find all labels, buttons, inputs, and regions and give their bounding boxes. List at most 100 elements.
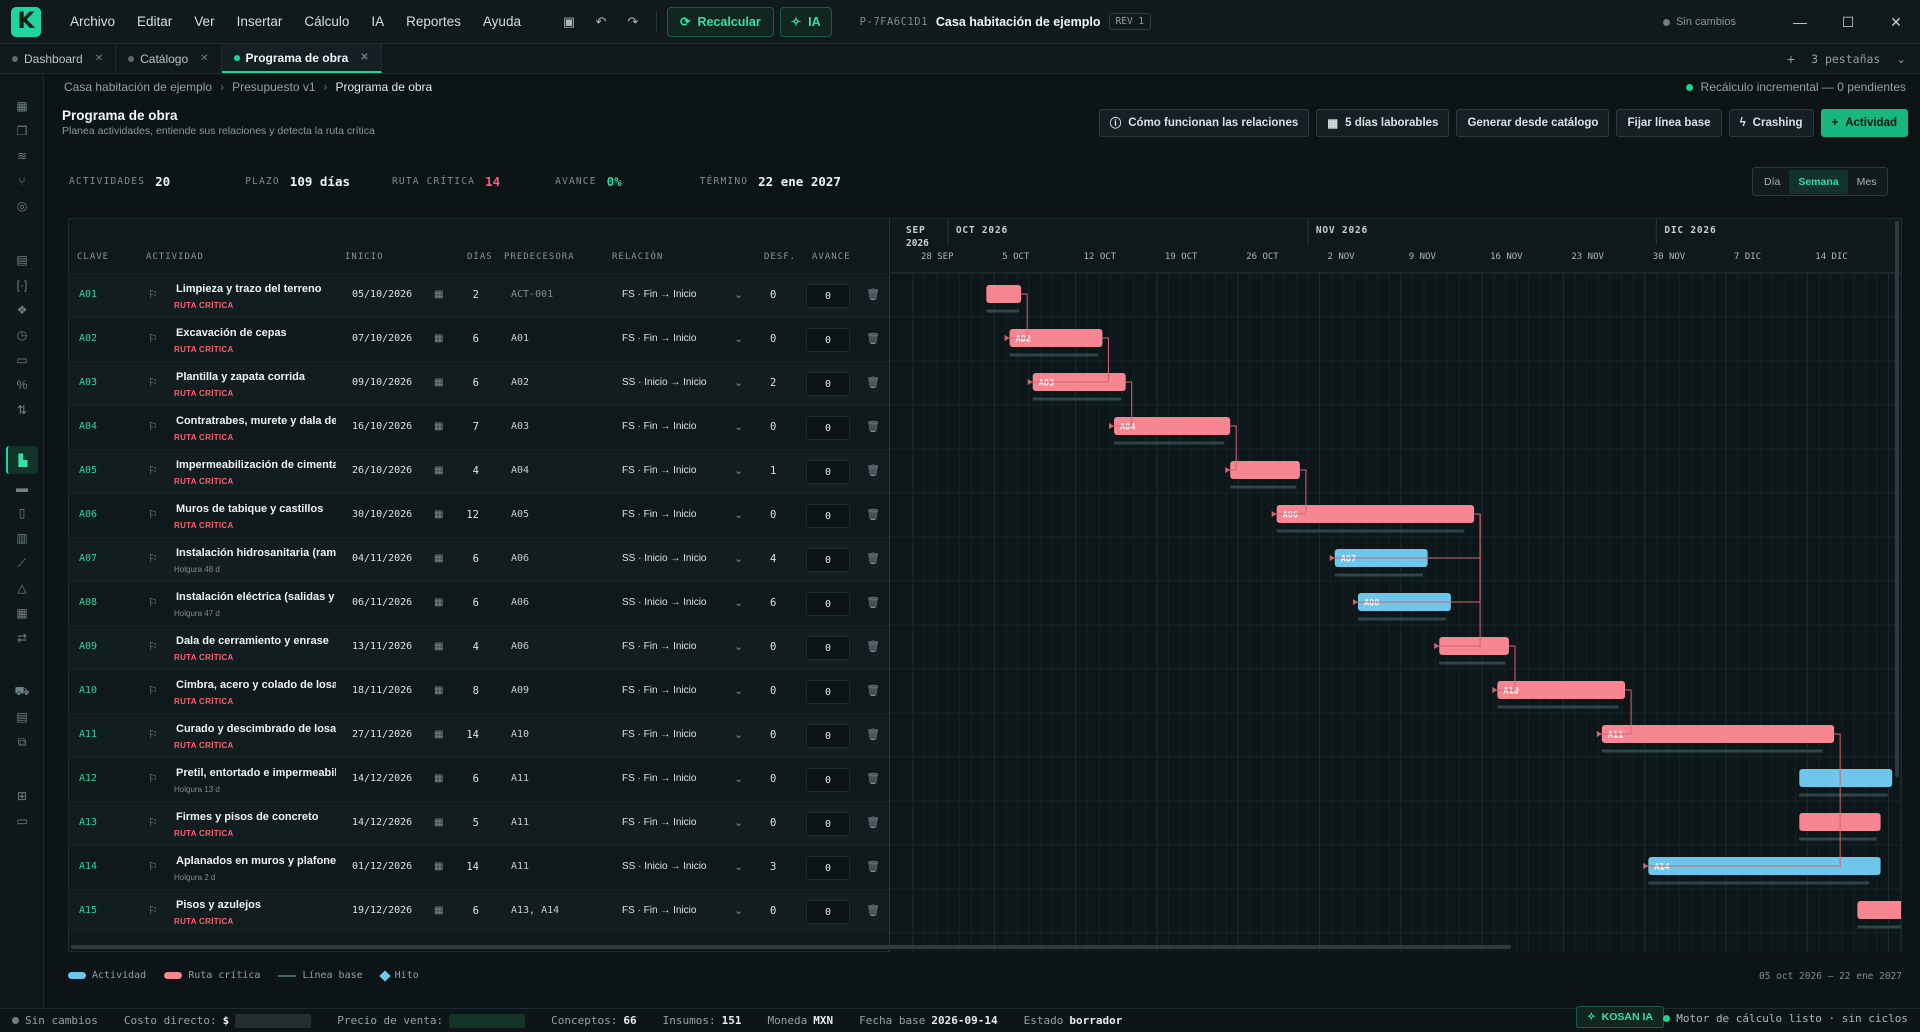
chevron-down-icon[interactable]: ⌄ [734,420,743,433]
flag-icon[interactable]: ⚐ [148,640,158,653]
menu-editar[interactable]: Editar [126,14,183,29]
chevron-down-icon[interactable]: ⌄ [734,508,743,521]
relation-select[interactable]: FS · Fin → Inicio [622,289,696,300]
trash-icon[interactable]: 🗑 [866,508,880,521]
activity-name[interactable]: Plantilla y zapata corrida [176,371,336,383]
start-date[interactable]: 27/11/2026 [352,729,412,740]
lag-value[interactable]: 0 [770,729,776,741]
view-2-button[interactable]: Mes [1848,170,1886,194]
relation-select[interactable]: FS · Fin → Inicio [622,773,696,784]
progress-input[interactable]: 0 [806,856,850,880]
trash-icon[interactable]: 🗑 [866,860,880,873]
start-date[interactable]: 14/12/2026 [352,773,412,784]
duration-days[interactable]: 6 [457,773,479,785]
trash-icon[interactable]: 🗑 [866,288,880,301]
calendar-icon[interactable]: ▦ [434,861,443,872]
chevron-down-icon[interactable]: ⌄ [734,904,743,917]
recalculate-button[interactable]: ⟳ Recalcular [666,6,774,37]
lag-value[interactable]: 0 [770,905,776,917]
relation-select[interactable]: FS · Fin → Inicio [622,641,696,652]
progress-input[interactable]: 0 [806,548,850,572]
table-row[interactable]: A13 ⚐ Firmes y pisos de concreto RUTA CRÍTI… [69,801,889,845]
tab-dashboard[interactable]: Dashboard ✕ [0,44,117,73]
relation-select[interactable]: SS · Inicio → Inicio [622,597,706,608]
predecessor[interactable]: A11 [511,817,529,828]
activity-name[interactable]: Instalación hidrosanitaria (ramal [176,547,336,559]
lag-value[interactable]: 0 [770,333,776,345]
workdays-button[interactable]: ▦ 5 días laborables [1316,109,1450,137]
calendar-icon[interactable]: ▦ [434,817,443,828]
chevron-down-icon[interactable]: ⌄ [734,860,743,873]
relation-select[interactable]: FS · Fin → Inicio [622,685,696,696]
chevron-down-icon[interactable]: ⌄ [734,728,743,741]
table-row[interactable]: A07 ⚐ Instalación hidrosanitaria (ramal Hol… [69,537,889,581]
report-icon[interactable]: ▤ [12,707,32,727]
calendar-icon[interactable]: ▦ [434,333,443,344]
activity-name[interactable]: Contratrabes, murete y dala de d [176,415,336,427]
flag-icon[interactable]: ⚐ [148,684,158,697]
trash-icon[interactable]: 🗑 [866,684,880,697]
generate-from-catalog-button[interactable]: Generar desde catálogo [1456,109,1610,137]
flag-icon[interactable]: ⚐ [148,376,158,389]
tab-menu-chevron-icon[interactable]: ⌄ [1896,52,1906,66]
table-row[interactable]: A12 ⚐ Pretil, entortado e impermeabiliz Hol… [69,757,889,801]
start-date[interactable]: 13/11/2026 [352,641,412,652]
network-icon[interactable]: ⧉ [12,732,32,752]
sort-icon[interactable]: ⇅ [12,400,32,420]
relations-help-button[interactable]: ⓘ Cómo funcionan las relaciones [1098,109,1310,137]
flag-icon[interactable]: ⚐ [148,596,158,609]
lag-value[interactable]: 0 [770,509,776,521]
chevron-down-icon[interactable]: ⌄ [734,464,743,477]
trash-icon[interactable]: 🗑 [866,640,880,653]
lag-value[interactable]: 0 [770,773,776,785]
duration-days[interactable]: 7 [457,421,479,433]
trash-icon[interactable]: 🗑 [866,816,880,829]
flag-icon[interactable]: ⚐ [148,464,158,477]
calendar-icon[interactable]: ▦ [434,729,443,740]
percent-icon[interactable]: % [12,375,32,395]
chevron-down-icon[interactable]: ⌄ [734,376,743,389]
close-tab-icon[interactable]: ✕ [360,52,368,63]
menu-archivo[interactable]: Archivo [59,14,126,29]
lag-value[interactable]: 4 [770,553,776,565]
duration-days[interactable]: 6 [457,905,479,917]
view-1-button[interactable]: Semana [1789,169,1848,194]
lag-value[interactable]: 0 [770,641,776,653]
view-0-button[interactable]: Día [1755,170,1789,194]
predecessor[interactable]: A03 [511,421,529,432]
relation-select[interactable]: SS · Inicio → Inicio [622,377,706,388]
start-date[interactable]: 04/11/2026 [352,553,412,564]
menu-ayuda[interactable]: Ayuda [472,14,532,29]
transfer-icon[interactable]: ⇄ [12,628,32,648]
chevron-down-icon[interactable]: ⌄ [734,684,743,697]
calendar-icon[interactable]: ▦ [434,465,443,476]
predecessor[interactable]: A06 [511,597,529,608]
duration-days[interactable]: 14 [457,861,479,873]
add-activity-button[interactable]: + Actividad [1820,109,1908,137]
sliders-icon[interactable]: ≋ [12,146,32,166]
clock-icon[interactable]: ◷ [12,325,32,345]
activity-name[interactable]: Curado y descimbrado de losa [176,723,336,735]
progress-input[interactable]: 0 [806,328,850,352]
flag-icon[interactable]: ⚐ [148,904,158,917]
calendar-icon[interactable]: ▦ [434,641,443,652]
duration-days[interactable]: 6 [457,597,479,609]
predecessor[interactable]: A10 [511,729,529,740]
table-row[interactable]: A05 ⚐ Impermeabilización de cimentac RUTA C… [69,449,889,493]
duration-days[interactable]: 14 [457,729,479,741]
predecessor[interactable]: A13, A14 [511,905,559,916]
trash-icon[interactable]: 🗑 [866,728,880,741]
table-row[interactable]: A08 ⚐ Instalación eléctrica (salidas y ca H… [69,581,889,625]
chevron-down-icon[interactable]: ⌄ [734,772,743,785]
calendar-icon[interactable]: ▦ [434,377,443,388]
chevron-down-icon[interactable]: ⌄ [734,288,743,301]
trash-icon[interactable]: 🗑 [866,772,880,785]
table-row[interactable]: A01 ⚐ Limpieza y trazo del terreno RUTA CRÍ… [69,273,889,317]
table-icon[interactable]: ▤ [12,250,32,270]
calendar-icon[interactable]: ▦ [434,289,443,300]
close-tab-icon[interactable]: ✕ [95,53,103,64]
undo-icon[interactable]: ↶ [588,9,614,35]
activity-name[interactable]: Aplanados en muros y plafones [176,855,336,867]
video-icon[interactable]: ▭ [12,350,32,370]
lag-value[interactable]: 0 [770,289,776,301]
